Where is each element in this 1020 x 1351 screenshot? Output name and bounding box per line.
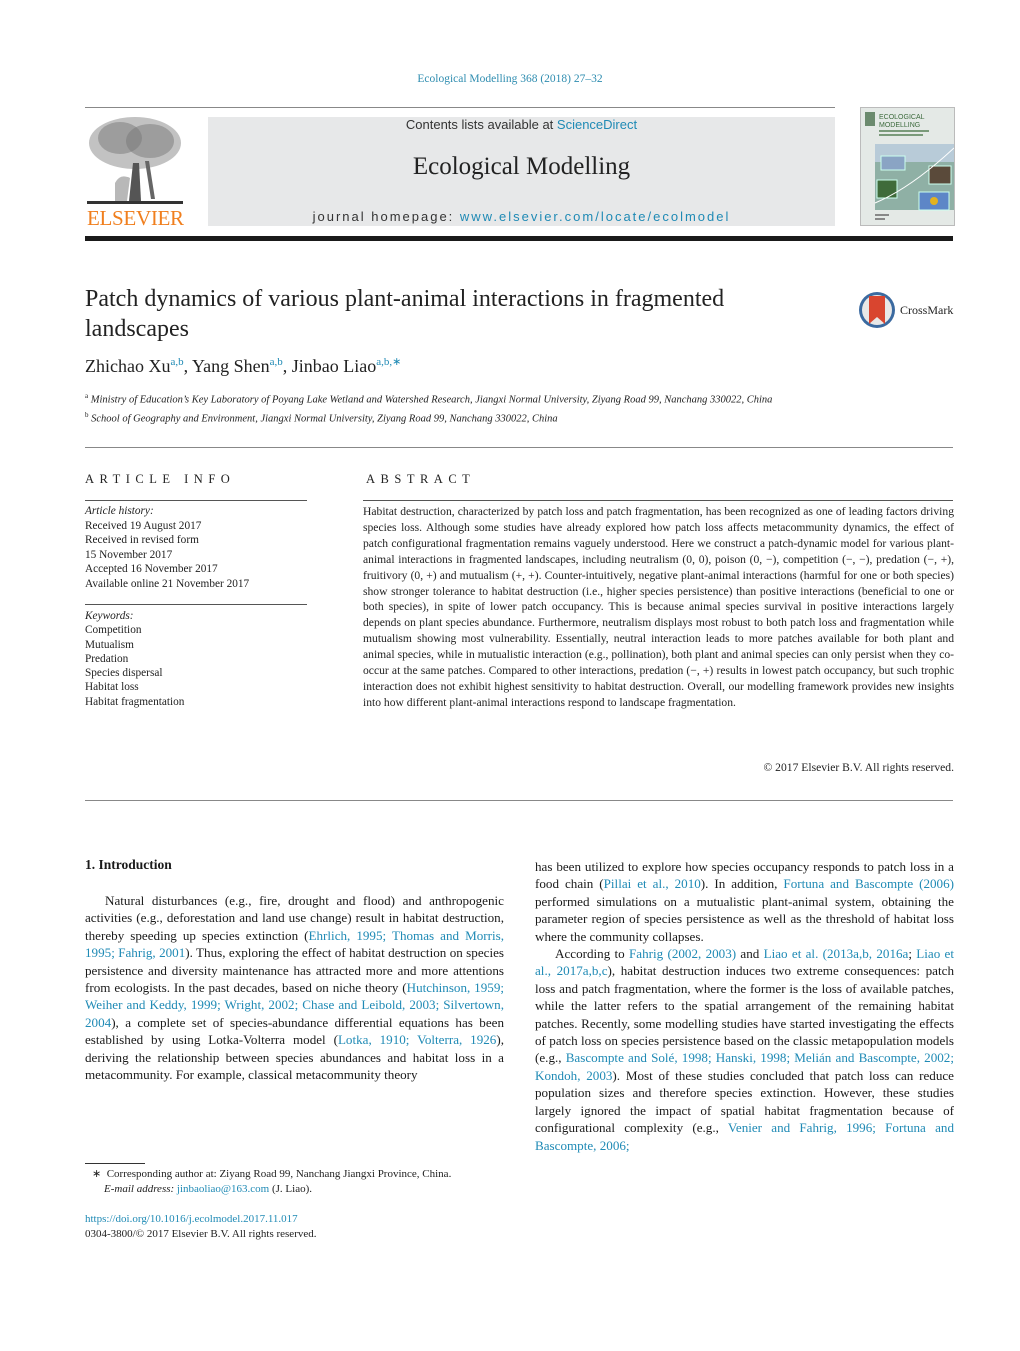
author-name[interactable]: Jinbao Liao	[292, 356, 376, 376]
cover-title-line2: MODELLING	[879, 122, 920, 129]
divider	[363, 500, 953, 501]
article-history: Article history: Received 19 August 2017…	[85, 504, 249, 591]
affiliations: a Ministry of Education’s Key Laboratory…	[85, 389, 845, 427]
author-affiliation-mark[interactable]: a,b	[170, 356, 183, 368]
affiliation-item: a Ministry of Education’s Key Laboratory…	[85, 392, 773, 406]
footnote-divider	[85, 1163, 145, 1164]
header-divider	[85, 236, 953, 241]
history-item: Accepted 16 November 2017	[85, 563, 218, 575]
cover-art-icon: ECOLOGICAL MODELLING	[861, 108, 954, 225]
abstract-text: Habitat destruction, characterized by pa…	[363, 505, 954, 709]
article-info-heading: ARTICLE INFO	[85, 472, 236, 486]
journal-banner: Contents lists available at ScienceDirec…	[208, 117, 835, 226]
history-item: Received 19 August 2017	[85, 519, 202, 532]
sciencedirect-link[interactable]: ScienceDirect	[557, 117, 637, 132]
section-heading: 1. Introduction	[85, 857, 172, 872]
corresponding-author-footnote: ∗ Corresponding author at: Ziyang Road 9…	[92, 1168, 452, 1195]
doi-link[interactable]: https://doi.org/10.1016/j.ecolmodel.2017…	[85, 1213, 298, 1225]
journal-citation[interactable]: Ecological Modelling 368 (2018) 27–32	[0, 73, 1020, 85]
doi-block: https://doi.org/10.1016/j.ecolmodel.2017…	[85, 1212, 317, 1241]
author-affiliation-mark[interactable]: a,b	[270, 356, 283, 368]
elsevier-tree-icon	[87, 117, 183, 204]
keywords-label: Keywords:	[85, 610, 134, 622]
journal-homepage: journal homepage: www.elsevier.com/locat…	[312, 209, 731, 224]
cover-title-line1: ECOLOGICAL	[879, 114, 925, 121]
body-column-left: Natural disturbances (e.g., fire, drough…	[85, 892, 504, 1083]
crossmark-label: CrossMark	[900, 303, 954, 317]
history-label: Article history:	[85, 505, 154, 517]
citation-link[interactable]: Ecological Modelling 368 (2018) 27–32	[417, 73, 602, 85]
homepage-link[interactable]: www.elsevier.com/locate/ecolmodel	[460, 209, 730, 224]
keyword-item: Species dispersal	[85, 667, 163, 680]
keyword-item: Habitat fragmentation	[85, 695, 185, 708]
journal-cover-image[interactable]: ECOLOGICAL MODELLING	[860, 107, 955, 226]
author-list: Zhichao Xua,b, Yang Shena,b, Jinbao Liao…	[85, 356, 402, 376]
paragraph: Natural disturbances (e.g., fire, drough…	[85, 893, 505, 1083]
divider	[85, 107, 208, 108]
issn-copyright: 0304-3800/© 2017 Elsevier B.V. All right…	[85, 1227, 317, 1240]
keyword-item: Competition	[85, 624, 142, 637]
divider	[85, 800, 953, 801]
body-column-right: has been utilized to explore how species…	[535, 858, 954, 1154]
citation-link[interactable]: Fortuna and Bascompte (2006)	[783, 876, 954, 891]
citation-link[interactable]: Fahrig (2002, 2003)	[629, 946, 736, 961]
divider	[208, 107, 835, 108]
author-name[interactable]: Yang Shen	[192, 356, 270, 376]
contents-line: Contents lists available at ScienceDirec…	[405, 117, 638, 132]
citation-link[interactable]: Lotka, 1910; Volterra, 1926	[338, 1032, 496, 1047]
keyword-item: Predation	[85, 652, 129, 665]
email-link[interactable]: jinbaoliao@163.com	[177, 1183, 269, 1195]
keywords: Keywords: Competition Mutualism Predatio…	[85, 609, 184, 709]
history-item: Received in revised form	[85, 534, 199, 546]
citation-link[interactable]: Pillai et al., 2010	[604, 876, 701, 891]
history-item: Available online 21 November 2017	[85, 577, 250, 590]
author-name[interactable]: Zhichao Xu	[85, 356, 170, 376]
history-item: 15 November 2017	[85, 548, 173, 561]
citation-link[interactable]: Liao et al. (2013a,b, 2016a	[764, 946, 909, 961]
divider	[85, 447, 953, 448]
elsevier-wordmark: ELSEVIER	[87, 206, 184, 230]
elsevier-logo[interactable]: ELSEVIER	[85, 113, 203, 230]
crossmark-button[interactable]: CrossMark	[858, 290, 958, 330]
abstract-copyright: © 2017 Elsevier B.V. All rights reserved…	[763, 761, 954, 774]
affiliation-item: b School of Geography and Environment, J…	[85, 411, 558, 425]
paragraph: According to Fahrig (2002, 2003) and Lia…	[535, 946, 955, 1153]
author-affiliation-mark[interactable]: a,b,∗	[376, 356, 401, 368]
divider	[85, 604, 307, 605]
crossmark-icon	[859, 292, 895, 328]
paragraph: has been utilized to explore how species…	[535, 859, 955, 944]
abstract-heading: ABSTRACT	[366, 472, 476, 486]
paper-title: Patch dynamics of various plant-animal i…	[85, 286, 725, 342]
keyword-item: Habitat loss	[85, 681, 139, 694]
divider	[85, 500, 307, 501]
keyword-item: Mutualism	[85, 638, 134, 651]
journal-title: Ecological Modelling	[412, 153, 631, 180]
